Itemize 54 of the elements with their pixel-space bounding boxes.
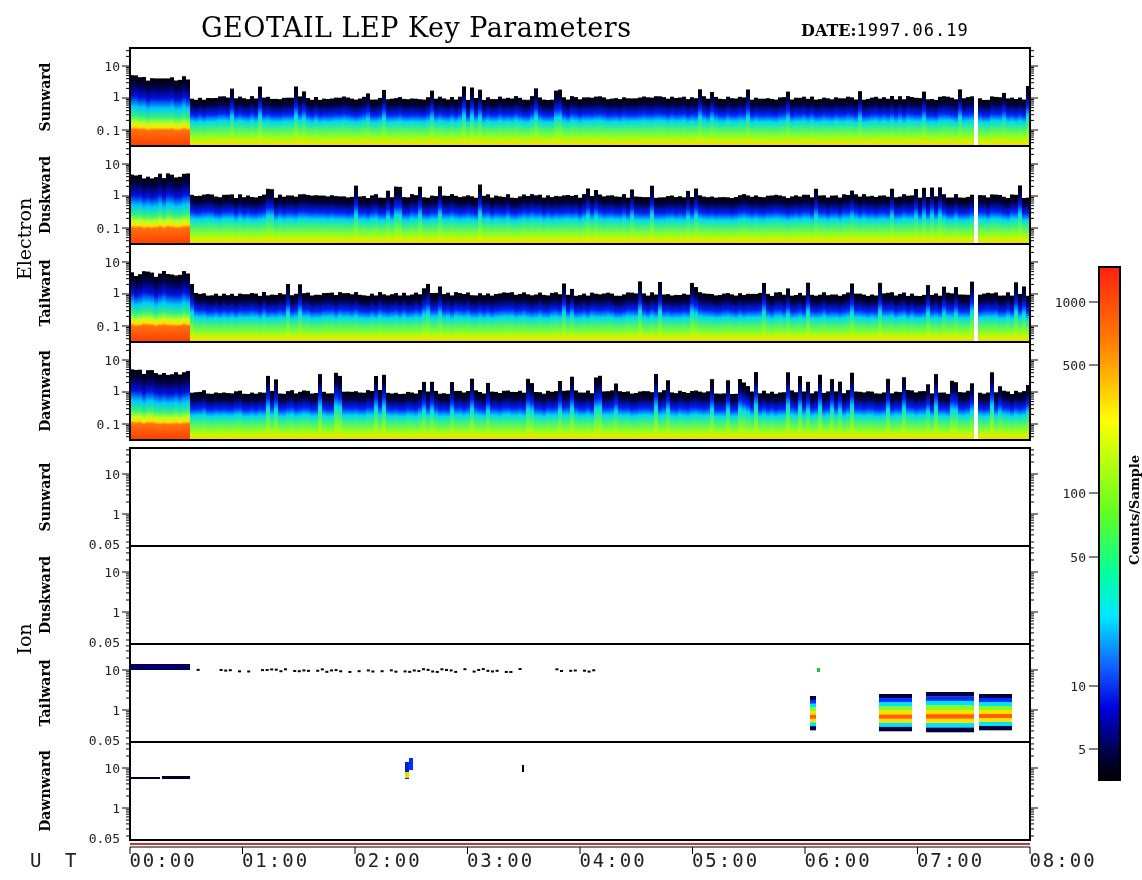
group-label: Electron <box>13 197 35 281</box>
y-tick-label: 0.1 <box>96 221 120 236</box>
date-label: DATE: <box>801 21 857 40</box>
y-tick-label: 10 <box>104 467 120 482</box>
y-tick-label: 10 <box>104 565 120 580</box>
panel-label: Dawnward <box>37 750 53 832</box>
time-axis-label: U T <box>30 849 83 871</box>
y-tick-label: 0.1 <box>96 123 120 138</box>
panel-label: Tailward <box>37 659 53 727</box>
y-tick-label: 0.1 <box>96 319 120 334</box>
y-tick-label: 1 <box>112 703 120 718</box>
y-tick-label: 1 <box>112 187 120 202</box>
y-tick-label: 10 <box>104 761 120 776</box>
colorbar-tick-label: 5 <box>1078 742 1086 757</box>
panel-label: Dawnward <box>37 350 53 432</box>
time-tick-label: 03:00 <box>466 849 535 871</box>
time-tick-label: 07:00 <box>916 849 985 871</box>
colorbar-tick-label: 10 <box>1070 679 1086 694</box>
panel-label: Duskward <box>37 155 53 235</box>
y-tick-label: 10 <box>104 663 120 678</box>
y-tick-label: 10 <box>104 255 120 270</box>
y-tick-label: 0.05 <box>88 537 120 552</box>
panel-label: Sunward <box>37 62 53 132</box>
y-tick-label: 1 <box>112 285 120 300</box>
y-tick-label: 10 <box>104 59 120 74</box>
y-tick-label: 1 <box>112 801 120 816</box>
y-tick-label: 0.05 <box>88 733 120 748</box>
chart-title: GEOTAIL LEP Key Parameters <box>201 12 633 43</box>
y-tick-label: 1 <box>112 383 120 398</box>
y-tick-label: 1 <box>112 89 120 104</box>
time-tick-label: 00:00 <box>129 849 197 871</box>
group-label: Ion <box>13 623 35 655</box>
y-tick-label: 0.1 <box>96 417 120 432</box>
time-tick-label: 04:00 <box>579 849 647 871</box>
y-tick-label: 0.05 <box>88 635 120 650</box>
y-tick-label: 1 <box>112 605 120 620</box>
y-tick-label: 10 <box>104 353 120 368</box>
time-tick-label: 02:00 <box>354 849 422 871</box>
date-value: 1997.06.19 <box>856 20 969 40</box>
y-tick-label: 10 <box>104 157 120 172</box>
time-tick-label: 08:00 <box>1029 849 1097 871</box>
colorbar-tick-label: 50 <box>1070 550 1086 565</box>
panel-label: Sunward <box>37 462 53 532</box>
y-tick-label: 0.05 <box>88 831 120 846</box>
colorbar-tick-label: 100 <box>1062 486 1086 501</box>
time-tick-label: 05:00 <box>691 849 760 871</box>
colorbar-tick-label: 1000 <box>1054 295 1086 310</box>
colorbar-tick-label: 500 <box>1062 358 1086 373</box>
panel-label: Duskward <box>37 555 53 635</box>
time-tick-label: 01:00 <box>241 849 310 871</box>
colorbar-label: Counts/Sample <box>1127 455 1142 565</box>
time-tick-label: 06:00 <box>804 849 872 871</box>
panel-label: Tailward <box>37 259 53 327</box>
y-tick-label: 1 <box>112 507 120 522</box>
